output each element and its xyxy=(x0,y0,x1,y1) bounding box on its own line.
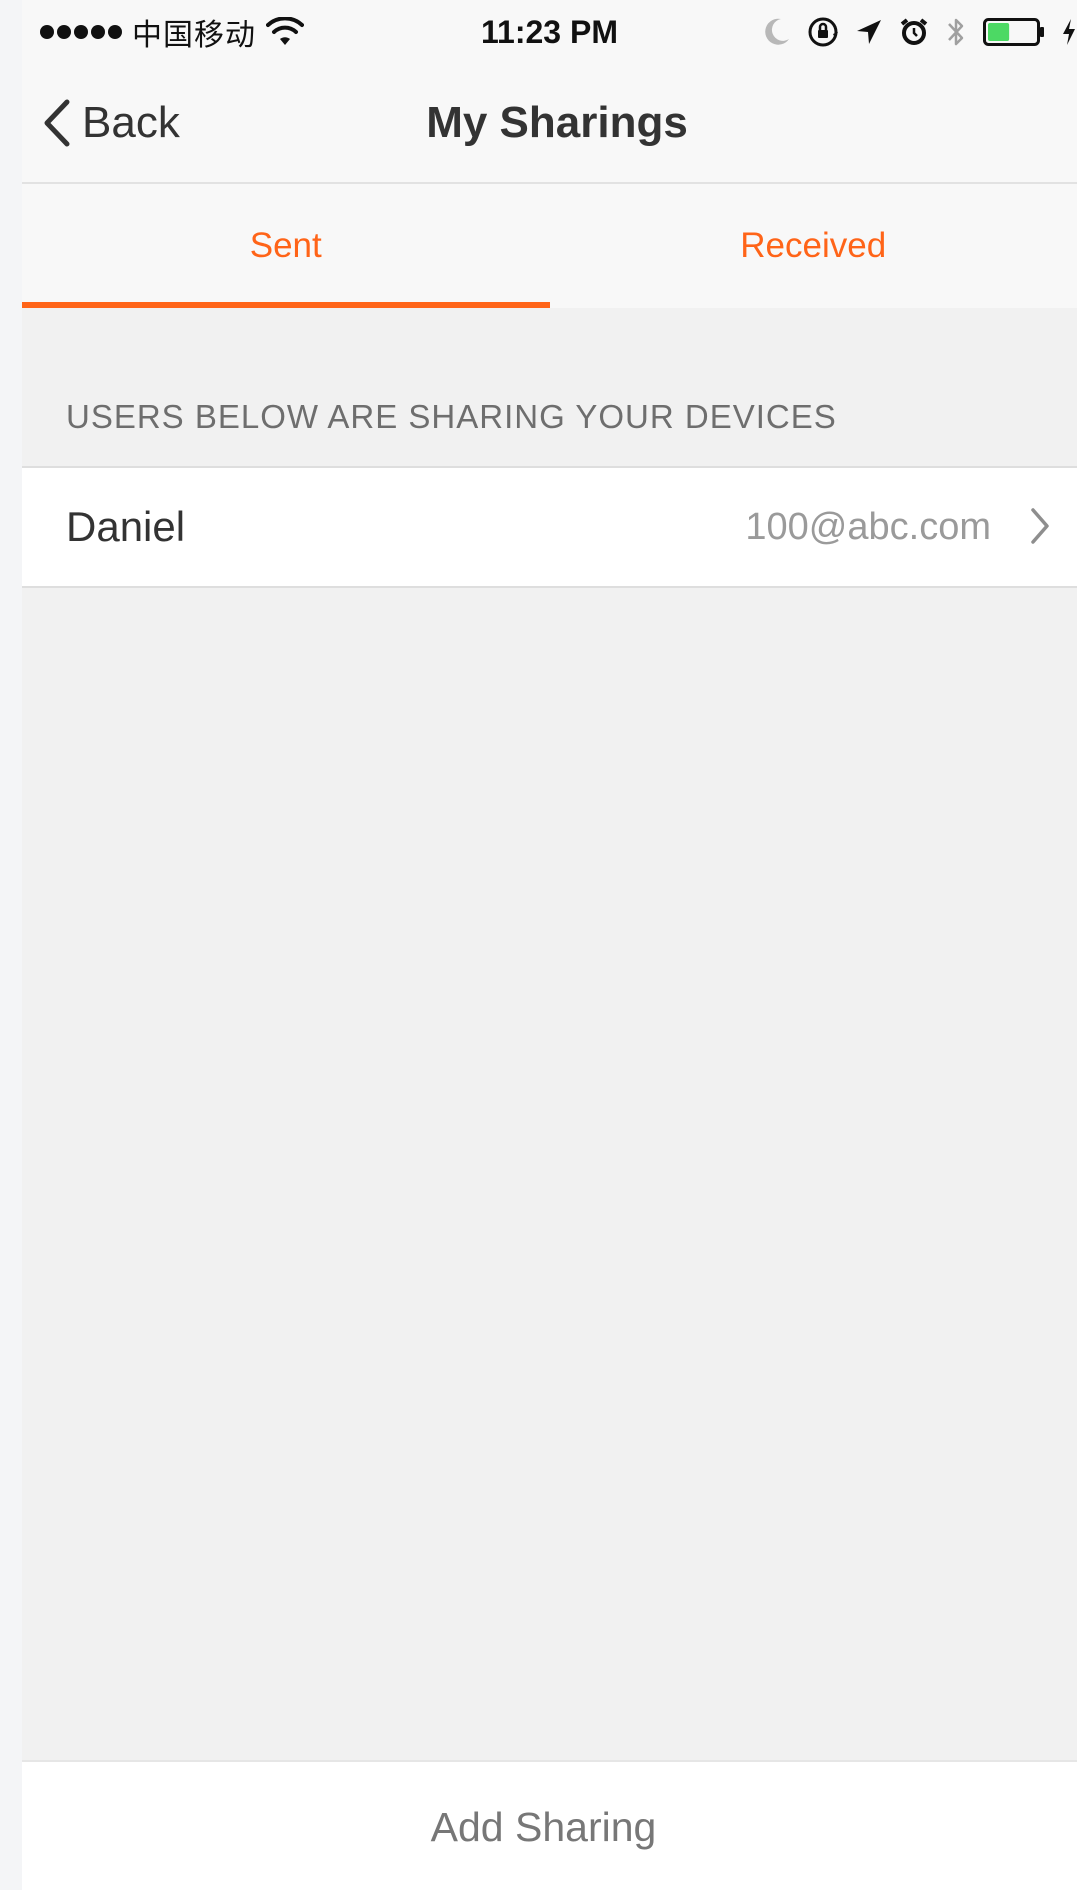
page-title: My Sharings xyxy=(426,98,688,147)
list-item[interactable]: Daniel 100@abc.com xyxy=(22,468,1077,586)
user-email: 100@abc.com xyxy=(745,505,991,548)
location-arrow-icon xyxy=(857,20,881,44)
bluetooth-icon xyxy=(948,18,964,46)
tab-sent[interactable]: Sent xyxy=(22,184,550,308)
add-sharing-button[interactable]: Add Sharing xyxy=(22,1762,1077,1890)
charging-bolt-icon xyxy=(1063,19,1075,45)
alarm-icon xyxy=(900,18,928,45)
section-header: USERS BELOW ARE SHARING YOUR DEVICES xyxy=(66,398,837,435)
bottom-bar: Add Sharing xyxy=(22,1760,1077,1890)
status-bar: 中国移动 11:23 PM xyxy=(22,0,1077,62)
battery-icon xyxy=(983,18,1045,46)
segmented-tabs: Sent Received xyxy=(22,184,1077,308)
user-name: Daniel xyxy=(66,503,186,550)
moon-icon xyxy=(765,18,789,45)
navigation-bar: Back My Sharings xyxy=(22,62,1077,184)
status-right xyxy=(763,14,1077,50)
chevron-right-icon xyxy=(1031,508,1049,544)
orientation-lock-icon xyxy=(808,17,838,47)
sharing-list: Daniel 100@abc.com xyxy=(22,466,1077,588)
tab-received[interactable]: Received xyxy=(550,184,1077,308)
app-screen: 中国移动 11:23 PM Back My Sharings Sent Rece… xyxy=(22,0,1077,1890)
